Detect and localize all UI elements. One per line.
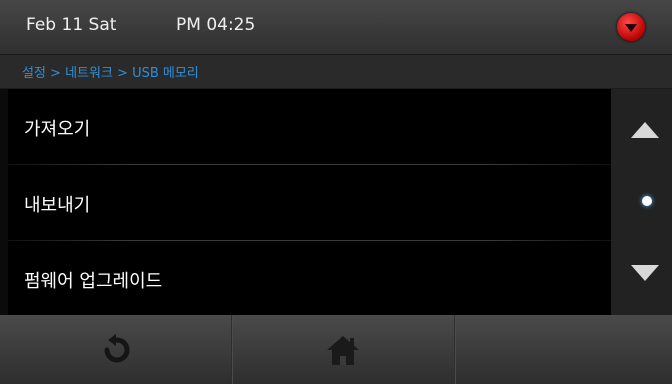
breadcrumb: 설정 > 네트워크 > USB 메모리	[0, 55, 672, 89]
status-date: Feb 11 Sat	[26, 15, 117, 35]
scroll-column	[611, 89, 672, 315]
bottom-bar	[0, 315, 672, 384]
menu-item-label: 내보내기	[24, 195, 91, 216]
menu-item-label: 가져오기	[24, 119, 91, 140]
menu-item-import[interactable]: 가져오기	[8, 89, 611, 164]
menu-item-label: 펌웨어 업그레이드	[24, 271, 163, 292]
home-button[interactable]	[233, 315, 454, 384]
menu-item-firmware-upgrade[interactable]: 펌웨어 업그레이드	[8, 241, 611, 316]
alert-dropdown-icon	[625, 24, 637, 32]
back-button[interactable]	[0, 315, 231, 384]
scroll-position-indicator	[642, 196, 652, 206]
alert-dropdown-button[interactable]	[617, 13, 645, 41]
breadcrumb-text: 설정 > 네트워크 > USB 메모리	[22, 66, 199, 81]
back-icon	[98, 332, 134, 372]
empty-button	[456, 315, 672, 384]
home-icon	[323, 332, 363, 372]
arrow-up-icon[interactable]	[631, 122, 659, 138]
status-time: PM 04:25	[176, 15, 256, 35]
menu-list: 가져오기 내보내기 펌웨어 업그레이드	[8, 89, 611, 315]
arrow-down-icon[interactable]	[631, 265, 659, 281]
menu-item-export[interactable]: 내보내기	[8, 165, 611, 240]
status-bar: Feb 11 Sat PM 04:25	[0, 0, 672, 55]
